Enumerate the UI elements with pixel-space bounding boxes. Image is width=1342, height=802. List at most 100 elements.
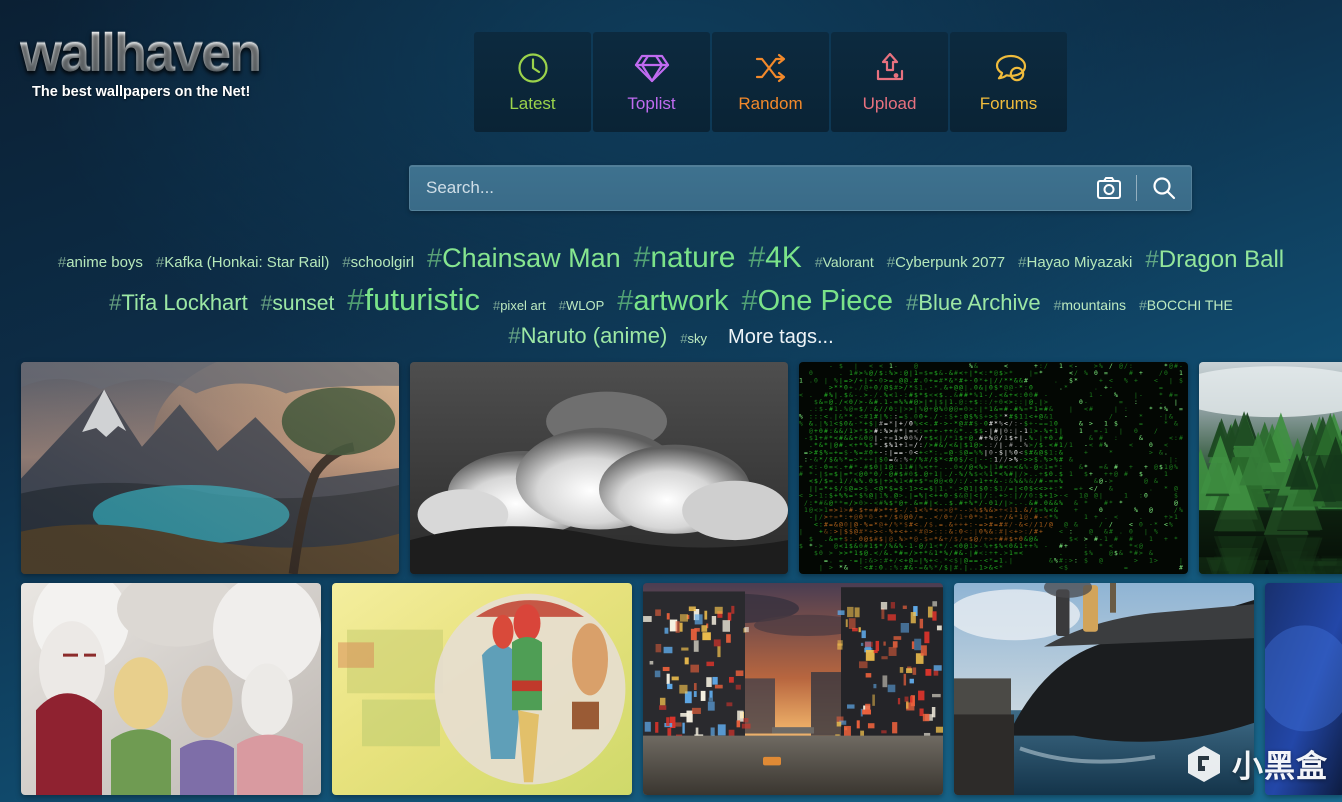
hash-symbol: # — [58, 254, 66, 271]
tag-link[interactable]: #Kafka (Honkai: Star Rail) — [156, 253, 329, 273]
tag-link[interactable]: #Cyberpunk 2077 — [887, 253, 1005, 273]
tag-link[interactable]: #Dragon Ball — [1145, 244, 1284, 276]
search-icon[interactable] — [1137, 166, 1191, 210]
wallpaper-thumbnail[interactable] — [1199, 362, 1342, 574]
hash-symbol: # — [261, 292, 273, 315]
tag-link[interactable]: #futuristic — [347, 279, 480, 321]
tag-link[interactable]: #Tifa Lockhart — [109, 288, 248, 318]
hash-symbol: # — [508, 323, 520, 348]
svg-text:+: + — [1089, 470, 1093, 478]
svg-text:#: # — [1124, 470, 1128, 478]
hash-symbol: # — [1054, 297, 1062, 313]
camera-icon[interactable] — [1082, 166, 1136, 210]
tag-link[interactable]: #mountains — [1054, 296, 1126, 315]
hash-symbol: # — [156, 254, 164, 271]
search-input[interactable] — [410, 166, 1082, 210]
tag-link[interactable]: #BOCCHI THE — [1139, 296, 1233, 315]
svg-text:<: < — [1064, 492, 1068, 500]
tag-link[interactable]: #artwork — [617, 282, 728, 321]
tag-link[interactable]: #Valorant — [815, 253, 874, 272]
wallpaper-thumbnail[interactable]: -$|<<1-@%&<+:/1<->%/@/:*@#-0.1#>%@/$:%>:… — [799, 362, 1188, 574]
tag-link[interactable]: #4K — [748, 238, 801, 279]
tag-label: 4K — [765, 241, 802, 274]
svg-text:0: 0 — [819, 549, 823, 557]
nav-button-forums[interactable]: Forums — [950, 32, 1067, 132]
tag-link[interactable]: #pixel art — [493, 297, 546, 315]
tag-link[interactable]: #nature — [634, 238, 736, 279]
svg-text:#: # — [954, 564, 958, 572]
svg-text:&: & — [1119, 549, 1123, 557]
wallpaper-thumbnail[interactable] — [21, 583, 321, 795]
nav-button-toplist[interactable]: Toplist — [593, 32, 710, 132]
svg-text:.: . — [1164, 448, 1168, 456]
search-bar[interactable] — [409, 165, 1192, 211]
svg-text:1: 1 — [1059, 362, 1063, 370]
svg-text:@: @ — [1169, 362, 1173, 370]
svg-text:|: | — [819, 564, 823, 572]
tag-link[interactable]: #sunset — [261, 290, 335, 318]
wallpaper-thumbnail[interactable] — [643, 583, 943, 795]
svg-text:>: > — [984, 564, 988, 572]
tag-link[interactable]: #Blue Archive — [906, 288, 1041, 318]
tag-label: Naruto (anime) — [521, 323, 668, 348]
svg-text:<: < — [1019, 549, 1023, 557]
site-logo[interactable]: wallhaven The best wallpapers on the Net… — [20, 28, 320, 100]
wallpaper-thumbnail[interactable] — [1265, 583, 1342, 795]
svg-text::: : — [889, 564, 893, 572]
tag-cloud: #anime boys #Kafka (Honkai: Star Rail) #sc… — [0, 238, 1342, 351]
svg-text:*: * — [1064, 384, 1068, 392]
nav-button-upload[interactable]: Upload — [831, 32, 948, 132]
wallpaper-thumbnail[interactable] — [954, 583, 1254, 795]
chat-icon — [991, 51, 1027, 85]
tag-link[interactable]: #anime boys — [58, 253, 143, 273]
svg-text:*: * — [1084, 499, 1088, 507]
svg-text:%: % — [1099, 362, 1103, 370]
nav-button-random[interactable]: Random — [712, 32, 829, 132]
svg-text::: : — [804, 456, 808, 464]
svg-text:<: < — [1169, 434, 1173, 442]
wallpaper-thumbnail[interactable] — [332, 583, 632, 795]
svg-text:.: . — [969, 564, 973, 572]
svg-text:.: . — [1119, 528, 1123, 536]
wallpaper-thumbnail[interactable] — [410, 362, 788, 574]
svg-text:|: | — [799, 528, 803, 536]
tag-link[interactable]: #Naruto (anime) — [508, 321, 667, 351]
tag-label: nature — [650, 241, 735, 274]
tag-link[interactable]: #schoolgirl — [342, 253, 414, 273]
nav-button-latest[interactable]: Latest — [474, 32, 591, 132]
site-header: wallhaven The best wallpapers on the Net… — [0, 0, 1342, 148]
wallpaper-thumbnail[interactable] — [21, 362, 399, 574]
svg-text:=: = — [1094, 427, 1098, 435]
svg-text:-: - — [1124, 412, 1128, 420]
logo-tagline: The best wallpapers on the Net! — [32, 84, 320, 100]
svg-text:.: . — [974, 564, 978, 572]
tag-label: pixel art — [500, 298, 546, 313]
svg-text:|: | — [1144, 528, 1148, 536]
upload-icon — [873, 51, 907, 85]
svg-text:*: * — [999, 564, 1003, 572]
svg-text:$: $ — [1159, 463, 1163, 471]
svg-text:/: / — [1159, 369, 1163, 377]
svg-text:+: + — [1084, 448, 1088, 456]
svg-text:|: | — [1174, 398, 1178, 406]
svg-text:%: % — [1089, 549, 1093, 557]
svg-text:@: @ — [1144, 477, 1148, 485]
svg-text:=: = — [919, 564, 923, 572]
more-tags-link[interactable]: More tags... — [728, 324, 834, 351]
tag-label: futuristic — [365, 282, 480, 317]
svg-text:+: + — [1129, 463, 1133, 471]
tag-link[interactable]: #Chainsaw Man — [427, 240, 621, 276]
hash-symbol: # — [815, 254, 823, 270]
tag-link[interactable]: #WLOP — [559, 297, 605, 315]
tag-link[interactable]: #One Piece — [741, 282, 893, 321]
tag-label: WLOP — [566, 298, 604, 313]
svg-text:0: 0 — [1094, 369, 1098, 377]
hash-symbol: # — [559, 298, 566, 313]
svg-text:%: % — [1054, 556, 1058, 564]
hash-symbol: # — [109, 290, 121, 315]
nav-label: Upload — [863, 94, 917, 114]
tag-link[interactable]: #Hayao Miyazaki — [1018, 253, 1132, 273]
tag-link[interactable]: #sky — [680, 330, 707, 348]
svg-text:%: % — [1104, 441, 1108, 449]
svg-text:&: & — [1049, 556, 1053, 564]
